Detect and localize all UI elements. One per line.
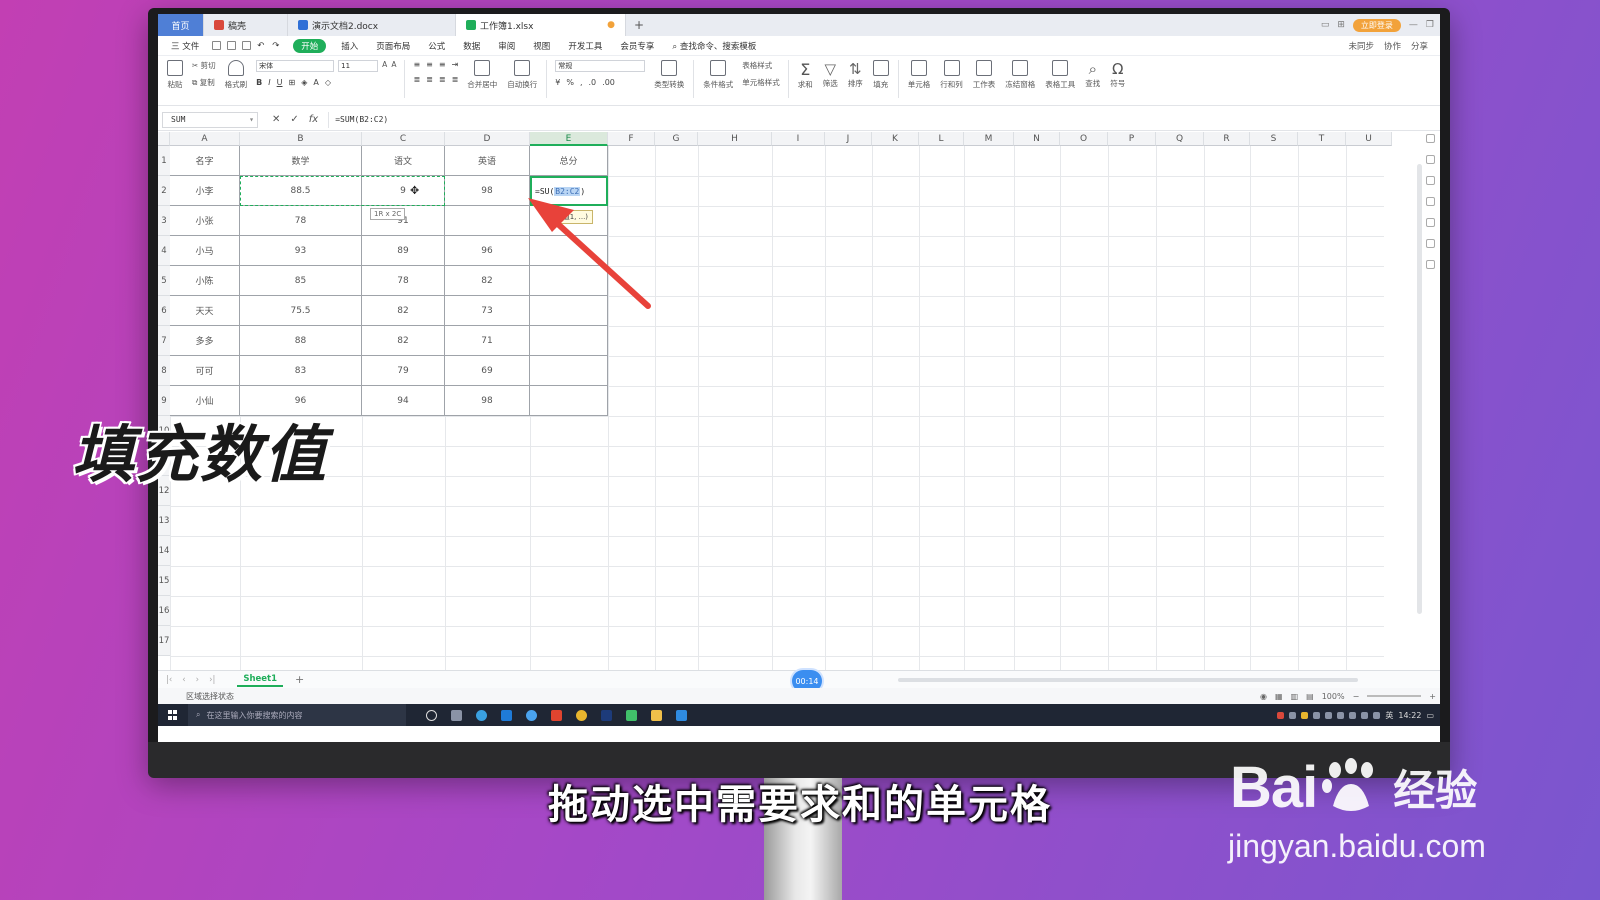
baidu-watermark: Bai 经验 <box>1230 754 1477 821</box>
step-caption: 填充数值 <box>70 417 329 493</box>
paw-icon <box>1322 757 1374 811</box>
baidu-wordmark: Bai <box>1230 755 1318 820</box>
watermark-url: jingyan.baidu.com <box>1228 828 1486 864</box>
jingyan-wordmark: 经验 <box>1393 766 1478 815</box>
